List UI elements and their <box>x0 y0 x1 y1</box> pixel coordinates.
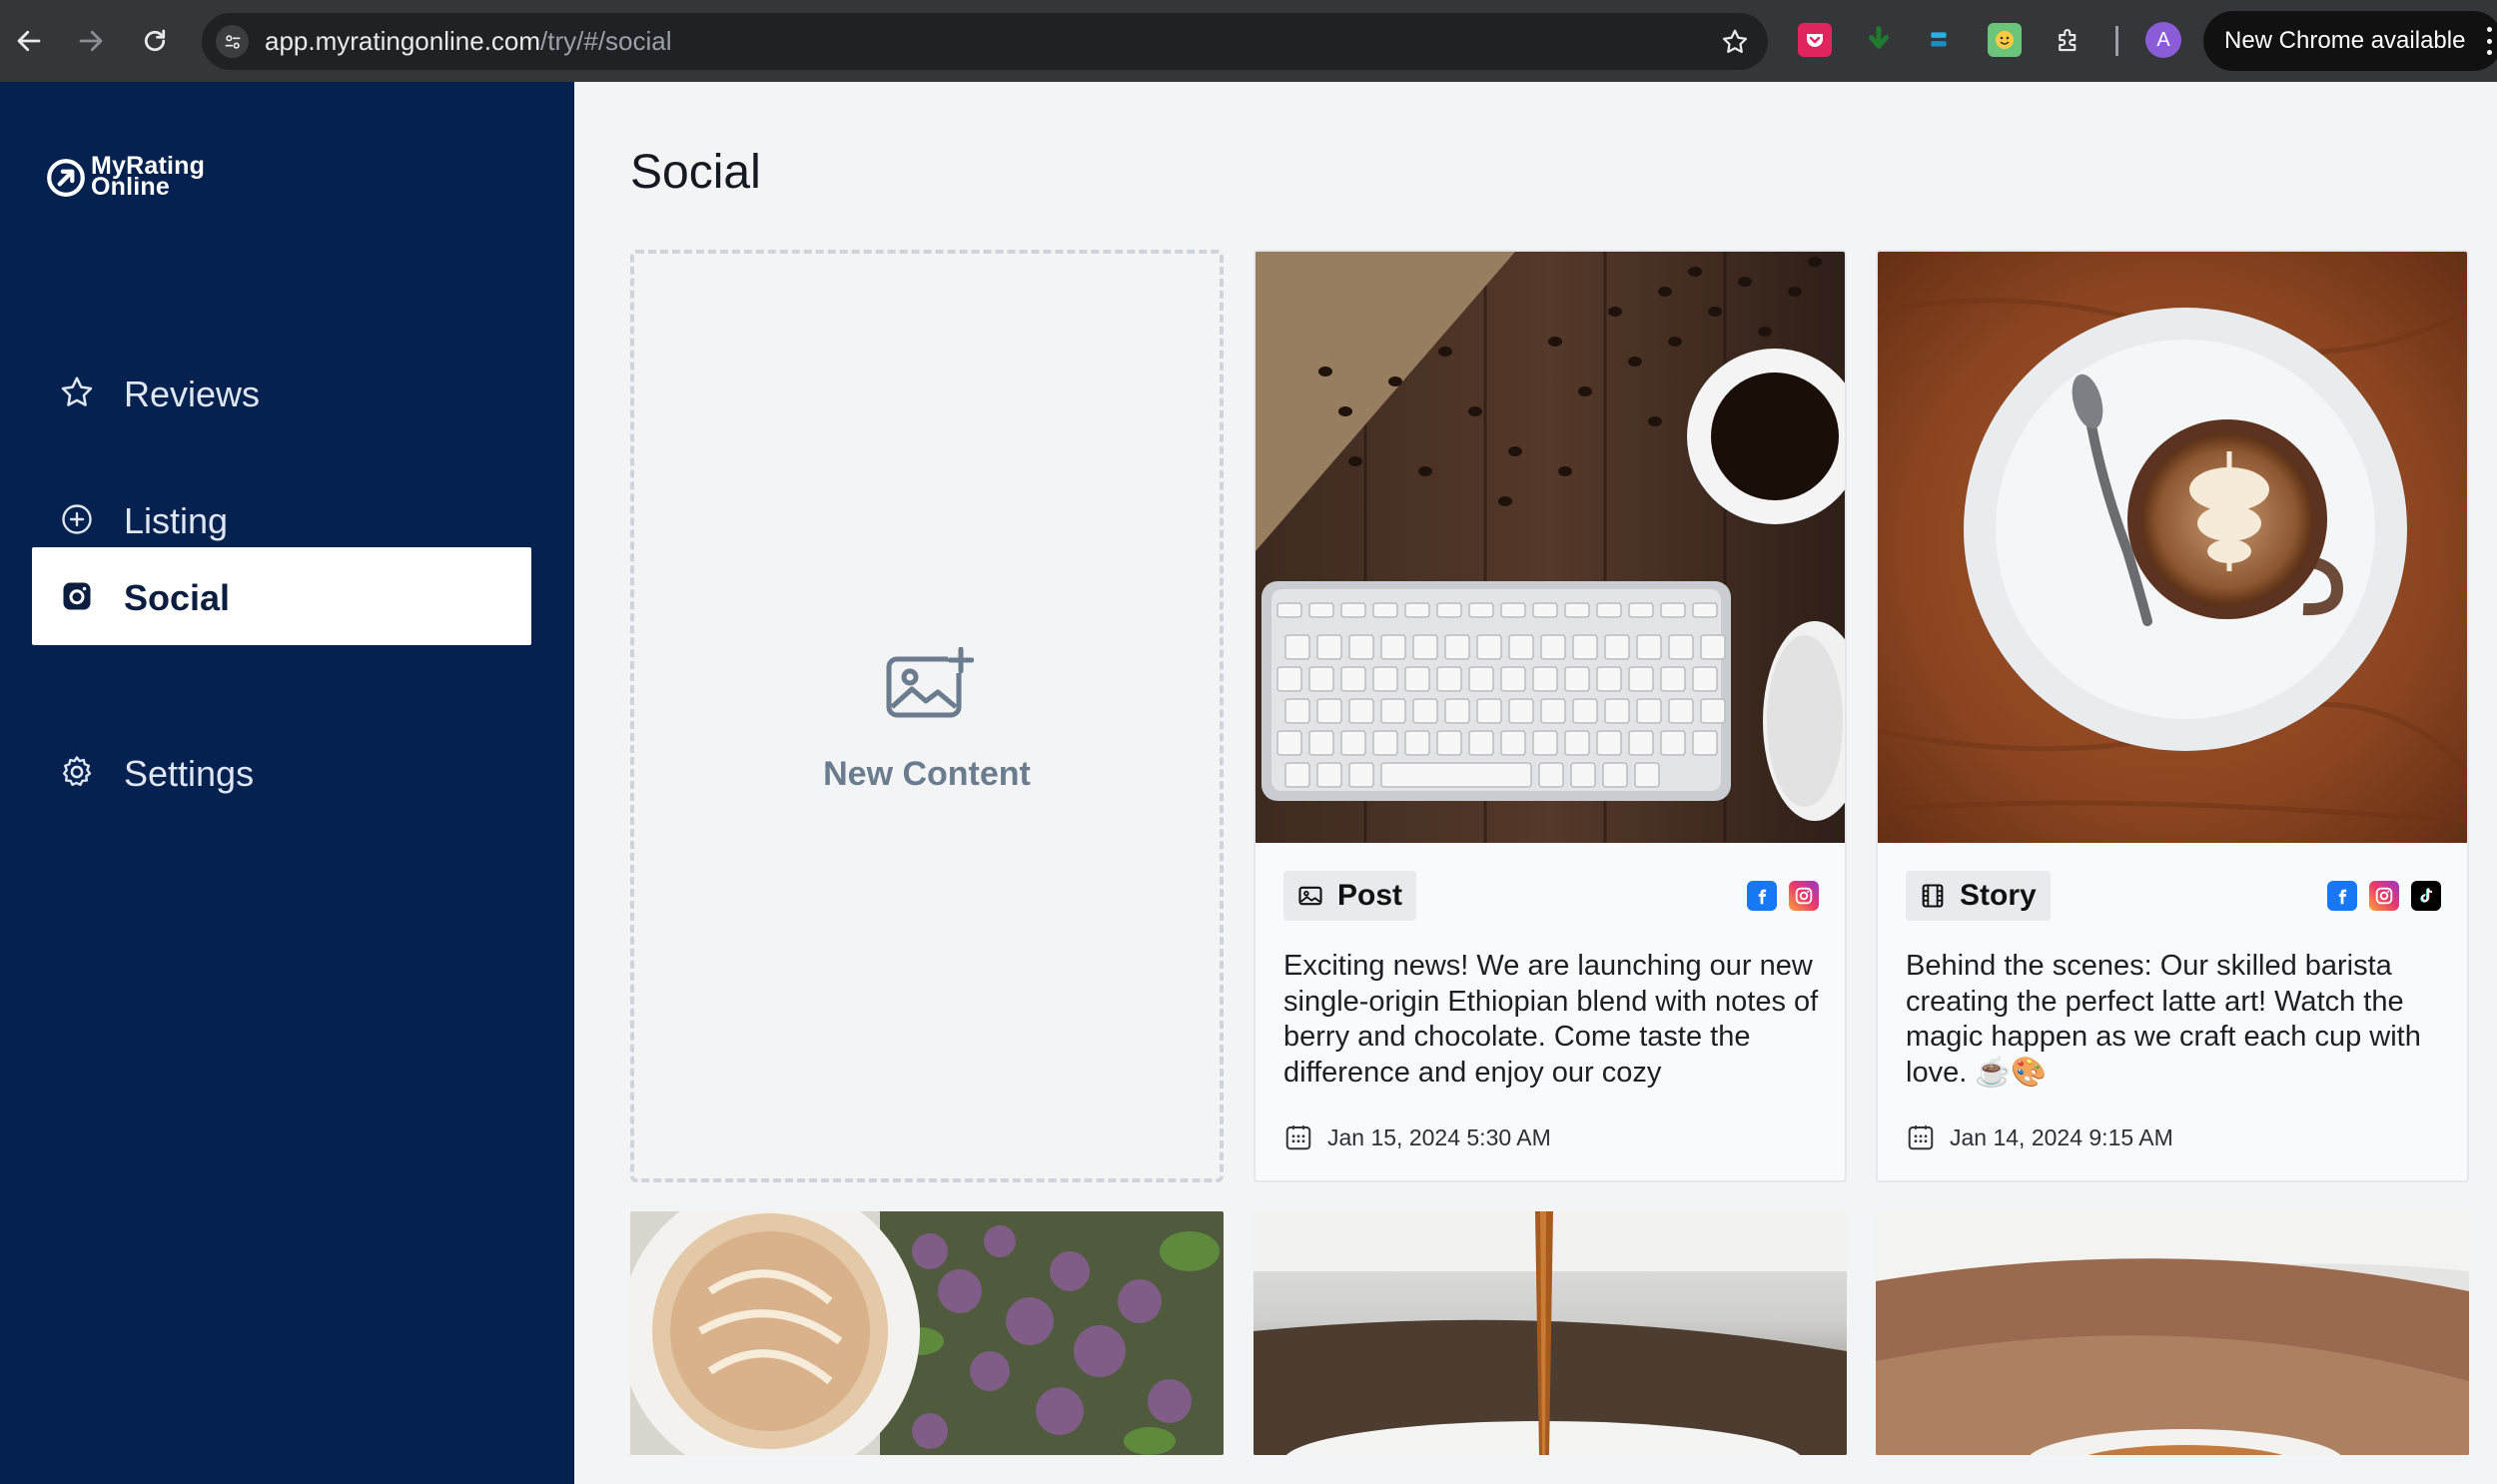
page-title: Social <box>630 146 761 199</box>
post-caption: Behind the scenes: Our skilled barista c… <box>1906 950 2421 1089</box>
url-text[interactable]: app.myratingonline.com/try/#/social <box>265 26 672 57</box>
new-content-card[interactable]: New Content <box>630 250 1224 1182</box>
reload-button[interactable] <box>132 18 178 64</box>
bookmark-star-button[interactable] <box>1716 23 1754 61</box>
chrome-update-button[interactable]: New Chrome available <box>2203 11 2497 71</box>
post-card-thumbnail[interactable] <box>1876 1211 2469 1455</box>
back-button[interactable] <box>6 18 52 64</box>
forward-button[interactable] <box>68 18 114 64</box>
logo[interactable]: MyRating Online <box>45 152 206 201</box>
sidebar-item-social[interactable]: Social <box>32 547 531 645</box>
location-plus-icon <box>58 500 96 538</box>
star-icon <box>1722 29 1748 53</box>
instagram-icon <box>2369 881 2399 911</box>
sidebar: MyRating Online Reviews Listing Social Se… <box>0 82 574 1484</box>
post-type-label: Post <box>1337 879 1403 912</box>
site-settings-icon[interactable] <box>216 25 249 58</box>
pocket-extension-icon[interactable] <box>1798 23 1832 57</box>
post-image <box>1255 252 1845 843</box>
calendar-icon <box>1908 1125 1934 1150</box>
facebook-icon <box>2327 881 2357 911</box>
instagram-icon <box>58 577 96 615</box>
post-card-thumbnail[interactable] <box>630 1211 1224 1455</box>
browser-toolbar: app.myratingonline.com/try/#/social A Ne… <box>0 0 2497 82</box>
facebook-icon <box>1747 881 1777 911</box>
film-icon <box>1918 881 1948 911</box>
gear-icon <box>58 753 96 791</box>
tiktok-icon <box>2411 881 2441 911</box>
reload-icon <box>144 29 166 52</box>
network-icons <box>2327 881 2441 911</box>
sidebar-item-label: Reviews <box>124 373 261 414</box>
sidebar-item-label: Settings <box>124 753 255 794</box>
logo-icon <box>47 159 85 197</box>
post-type-badge: Post <box>1283 871 1417 921</box>
profile-initial: A <box>2156 28 2170 51</box>
emoji-extension-icon[interactable] <box>1988 23 2022 57</box>
extensions-puzzle-icon[interactable] <box>2052 23 2085 57</box>
new-content-label: New Content <box>823 755 1031 793</box>
add-image-icon <box>886 647 974 718</box>
post-date: Jan 15, 2024 5:30 AM <box>1327 1123 1551 1150</box>
post-caption: Exciting news! We are launching our new … <box>1283 950 1819 1089</box>
instagram-icon <box>1789 881 1819 911</box>
star-icon <box>58 373 96 411</box>
arrow-right-icon <box>79 30 103 52</box>
post-type-label: Story <box>1960 879 2037 912</box>
address-bar[interactable]: app.myratingonline.com/try/#/social <box>202 13 1768 70</box>
more-menu-icon[interactable] <box>2487 27 2493 55</box>
post-card-thumbnail[interactable] <box>1253 1211 1847 1455</box>
sidebar-item-reviews[interactable]: Reviews <box>32 344 531 441</box>
post-image <box>1878 252 2467 843</box>
url-path: /try/#/social <box>540 26 672 56</box>
sidebar-item-label: Social <box>124 577 231 618</box>
sidebar-item-label: Listing <box>124 500 229 541</box>
toolbar-divider <box>2115 26 2118 56</box>
download-extension-icon[interactable] <box>1862 23 1896 57</box>
profile-avatar[interactable]: A <box>2145 22 2181 58</box>
image-icon <box>1295 881 1325 911</box>
post-date: Jan 14, 2024 9:15 AM <box>1950 1123 2173 1150</box>
post-date-row: Jan 14, 2024 9:15 AM <box>1906 1122 2173 1152</box>
arrow-left-icon <box>17 30 41 52</box>
chrome-update-label: New Chrome available <box>2224 27 2466 54</box>
sidebar-item-settings[interactable]: Settings <box>32 723 531 821</box>
calendar-icon <box>1285 1125 1311 1150</box>
post-date-row: Jan 15, 2024 5:30 AM <box>1283 1122 1551 1152</box>
post-card[interactable]: Post Exciting news! We are launching our… <box>1253 250 1847 1182</box>
url-host: app.myratingonline.com <box>265 26 541 56</box>
logo-text: MyRating Online <box>91 152 206 201</box>
network-icons <box>1747 881 1819 911</box>
post-card[interactable]: Story Behind the scenes: Our skilled bar… <box>1876 250 2469 1182</box>
stack-extension-icon[interactable] <box>1922 23 1956 57</box>
post-type-badge: Story <box>1906 871 2051 921</box>
